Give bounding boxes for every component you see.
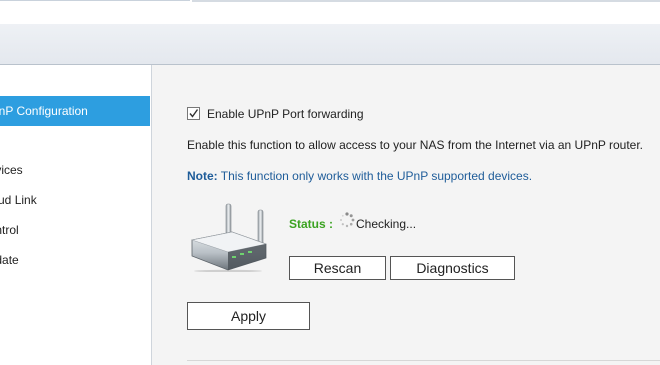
note-label: Note: <box>187 169 218 183</box>
spinner-icon <box>340 212 355 228</box>
tab-edge <box>0 0 190 1</box>
sidebar-item-label: Cloud Link <box>0 193 37 207</box>
sidebar-item-cloud-link[interactable]: Cloud Link <box>0 185 150 215</box>
divider <box>187 360 660 361</box>
enable-upnp-label: Enable UPnP Port forwarding <box>207 107 364 121</box>
sidebar-item-label: UPnP Configuration <box>0 104 88 118</box>
diagnostics-button[interactable]: Diagnostics <box>390 256 515 280</box>
sidebar-item-label: Control <box>0 223 19 237</box>
upnp-description: Enable this function to allow access to … <box>187 138 644 152</box>
rescan-button[interactable]: Rescan <box>289 256 386 280</box>
sidebar-item-label: Update <box>0 253 19 267</box>
sidebar: UPnP Configuration Devices Cloud Link Co… <box>0 65 152 365</box>
tab-edge <box>192 0 660 2</box>
note-line: Note: This function only works with the … <box>187 169 532 183</box>
apply-button[interactable]: Apply <box>187 302 310 330</box>
sidebar-item-update[interactable]: Update <box>0 245 150 275</box>
checkbox-checked-icon <box>189 109 199 118</box>
sidebar-item-upnp-configuration[interactable]: UPnP Configuration <box>0 96 150 126</box>
router-icon <box>190 203 268 272</box>
sidebar-item-control[interactable]: Control <box>0 215 150 245</box>
status-label: Status : <box>289 217 334 231</box>
toolbar <box>0 24 660 65</box>
note-text: This function only works with the UPnP s… <box>220 169 533 183</box>
enable-upnp-checkbox[interactable] <box>187 107 200 120</box>
status-value: Checking... <box>356 217 417 231</box>
sidebar-item-label: Devices <box>0 163 23 177</box>
sidebar-item-devices[interactable]: Devices <box>0 155 150 185</box>
window-top-strip <box>0 0 660 24</box>
